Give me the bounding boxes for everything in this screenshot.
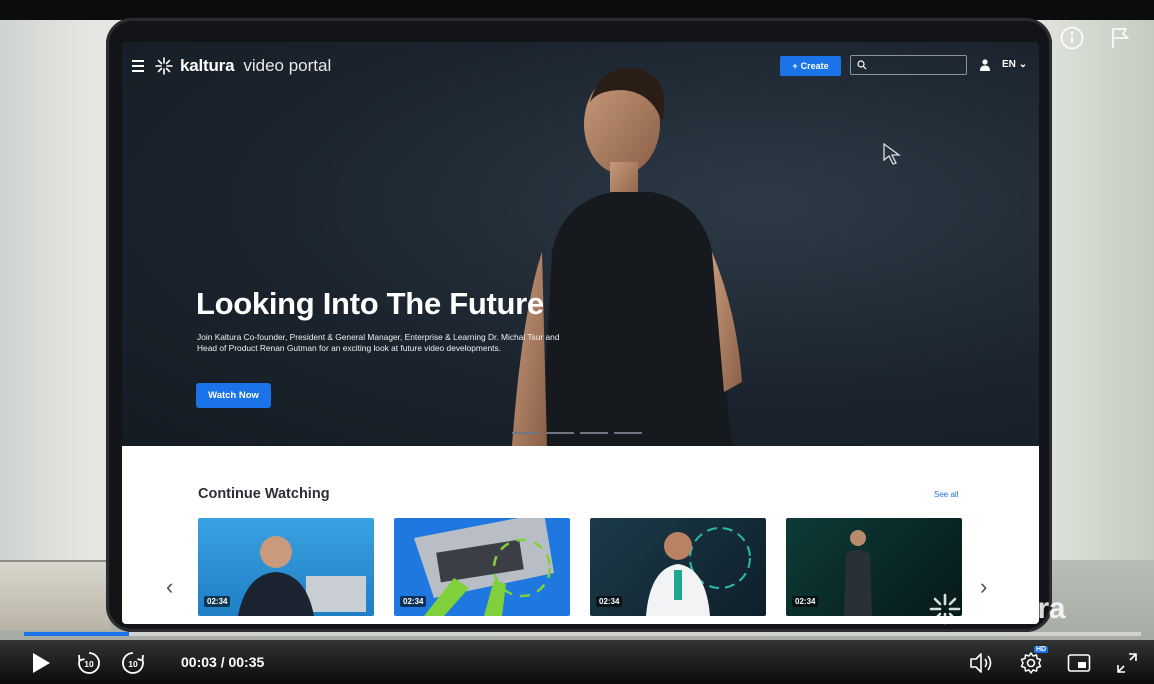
search-input[interactable]	[850, 55, 967, 75]
top-letterbox	[0, 0, 1154, 20]
carousel-dot[interactable]	[546, 432, 574, 434]
kaltura-watermark-icon	[929, 593, 961, 625]
hero-description: Join Kaltura Co-founder, President & Gen…	[197, 332, 560, 353]
user-icon[interactable]	[980, 59, 990, 71]
picture-in-picture-icon[interactable]	[1066, 650, 1092, 676]
brand-suffix: video portal	[243, 56, 332, 75]
portal-logo[interactable]: kaltura video portal	[154, 56, 331, 76]
carousel-dot[interactable]	[580, 432, 608, 434]
presenter-image	[512, 68, 742, 446]
brand-name: kaltura	[180, 56, 235, 75]
watch-now-button[interactable]: Watch Now	[196, 383, 271, 408]
language-label: EN	[1002, 59, 1016, 70]
fullscreen-icon[interactable]	[1114, 650, 1140, 676]
carousel-indicators[interactable]	[512, 432, 642, 434]
video-card[interactable]: 02:34	[590, 518, 766, 616]
video-frame[interactable]: kaltura video portal + Create EN ⌄ Looki…	[0, 0, 1154, 684]
video-card[interactable]: 02:34	[394, 518, 570, 616]
rewind-10-icon[interactable]: 10	[76, 650, 102, 676]
seek-bar[interactable]	[24, 632, 1141, 636]
see-all-link[interactable]: See all	[934, 490, 958, 499]
duration-badge: 02:34	[596, 596, 623, 607]
kaltura-logo-icon	[155, 57, 173, 75]
duration-badge: 02:34	[400, 596, 427, 607]
info-icon[interactable]	[1060, 26, 1084, 50]
carousel-dot[interactable]	[614, 432, 642, 434]
chevron-down-icon: ⌄	[1018, 59, 1028, 70]
create-button[interactable]: + Create	[780, 56, 841, 76]
laptop-screen: kaltura video portal + Create EN ⌄ Looki…	[122, 42, 1039, 624]
hero-title: Looking Into The Future	[196, 286, 544, 321]
play-icon[interactable]	[28, 650, 54, 676]
seek-bar-progress	[24, 632, 129, 636]
mouse-cursor-icon	[883, 142, 901, 165]
hero-banner: kaltura video portal + Create EN ⌄ Looki…	[122, 42, 1039, 446]
video-carousel: 02:34 02:34 02:34 02:34	[198, 518, 962, 616]
create-label: Create	[800, 61, 829, 71]
volume-icon[interactable]	[968, 650, 994, 676]
video-card[interactable]: 02:34	[198, 518, 374, 616]
time-display: 00:03 / 00:35	[181, 654, 265, 670]
kaltura-watermark: kaltura	[928, 592, 1065, 626]
search-icon	[857, 60, 867, 70]
settings-icon[interactable]	[1018, 650, 1044, 676]
watermark-text: kaltura	[970, 592, 1065, 625]
rewind-label: 10	[84, 659, 94, 669]
section-title: Continue Watching	[198, 486, 330, 502]
carousel-dot[interactable]	[512, 432, 540, 434]
duration-badge: 02:34	[204, 596, 231, 607]
forward-label: 10	[128, 659, 138, 669]
duration-badge: 02:34	[792, 596, 819, 607]
hamburger-menu-icon[interactable]	[132, 60, 144, 72]
language-selector[interactable]: EN ⌄	[1002, 59, 1027, 70]
hd-badge: HD	[1034, 646, 1049, 653]
flag-icon[interactable]	[1110, 26, 1132, 50]
plus-icon: +	[792, 61, 798, 71]
continue-watching-section: Continue Watching See all ‹ › 02:34 02:3…	[122, 446, 1039, 624]
forward-10-icon[interactable]: 10	[120, 650, 146, 676]
player-controls: 10 10	[0, 640, 1154, 684]
notebook-background	[0, 560, 110, 630]
carousel-prev-icon[interactable]: ‹	[166, 574, 173, 600]
